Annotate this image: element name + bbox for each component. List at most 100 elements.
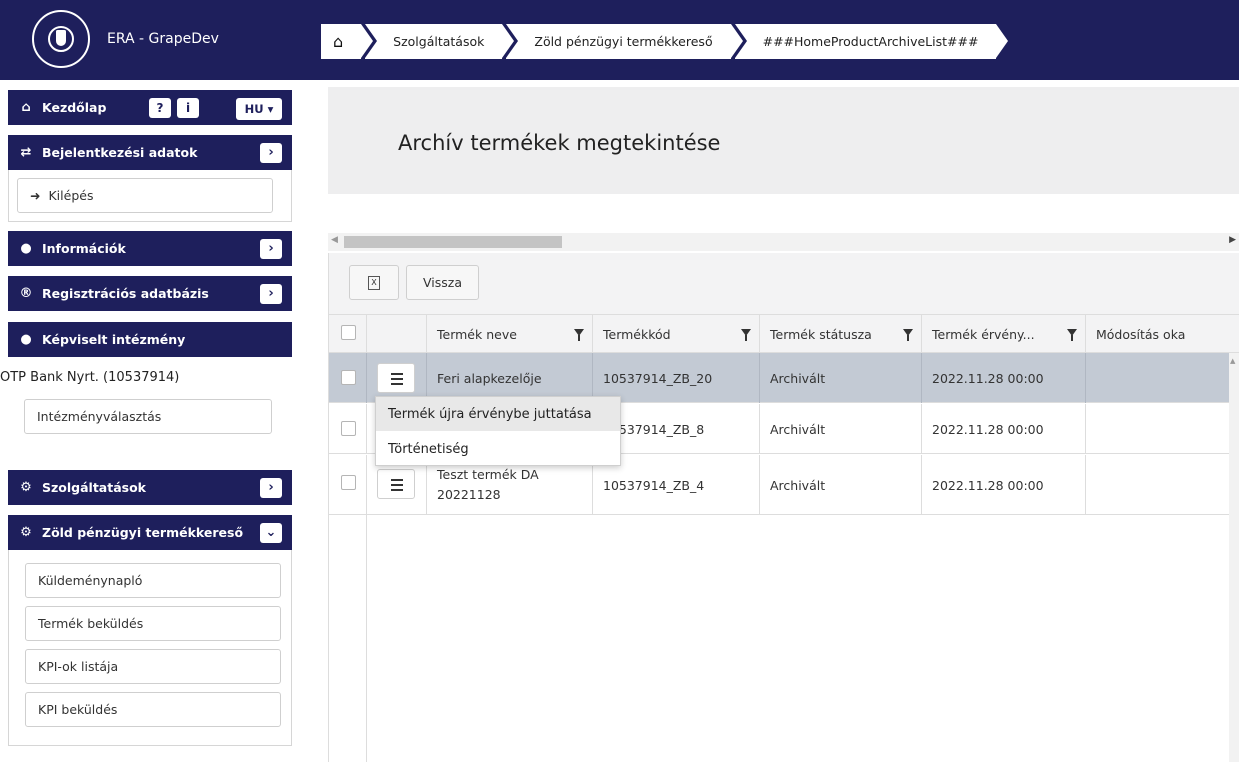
- column-header-label: Termék érvény...: [932, 326, 1035, 342]
- column-header-label: Termékkód: [603, 326, 671, 342]
- row-checkbox[interactable]: [341, 421, 356, 436]
- gear-icon: ⚙: [20, 525, 32, 540]
- sidebar-login-data-label: Bejelentkezési adatok: [42, 145, 198, 160]
- breadcrumb: ⌂ Szolgáltatások Zöld pénzügyi termékker…: [321, 24, 1009, 59]
- sidebar-item-kpi-submit[interactable]: KPI beküldés: [25, 692, 281, 727]
- archive-grid: X Vissza Termék neve Termékkód Termék st…: [328, 253, 1239, 762]
- filter-icon[interactable]: [741, 329, 751, 341]
- logout-icon: ➜: [30, 188, 41, 203]
- logout-label: Kilépés: [48, 188, 94, 203]
- grid-toolbar: X Vissza: [329, 253, 1239, 315]
- sidebar-home[interactable]: ⌂ Kezdőlap ? i HU ▾: [8, 90, 292, 125]
- sidebar-registry[interactable]: ® Regisztrációs adatbázis ›: [8, 276, 292, 311]
- sidebar-item-product-submit[interactable]: Termék beküldés: [25, 606, 281, 641]
- cell-product-status: Archivált: [759, 353, 921, 403]
- excel-icon: X: [368, 275, 380, 290]
- filter-icon[interactable]: [903, 329, 913, 341]
- column-header-label: Módosítás oka: [1096, 326, 1186, 342]
- sidebar-info[interactable]: ● Információk ›: [8, 231, 292, 266]
- cell-product-status: Archivált: [759, 455, 921, 515]
- cell-product-validity: 2022.11.28 00:00: [921, 404, 1085, 454]
- breadcrumb-item-current[interactable]: ###HomeProductArchiveList###: [734, 24, 1009, 59]
- cell-product-validity: 2022.11.28 00:00: [921, 455, 1085, 515]
- column-header-modification-reason[interactable]: Módosítás oka: [1085, 315, 1230, 353]
- chevron-down-icon[interactable]: ⌄: [260, 523, 282, 543]
- cell-modification-reason: [1085, 353, 1230, 403]
- sidebar-item-label: KPI-ok listája: [38, 659, 119, 674]
- chevron-right-icon[interactable]: ›: [260, 143, 282, 163]
- info-icon[interactable]: i: [177, 98, 199, 118]
- column-header-label: Termék státusza: [770, 326, 872, 342]
- sidebar-green-finder[interactable]: ⚙ Zöld pénzügyi termékkereső ⌄: [8, 515, 292, 550]
- row-context-menu: Termék újra érvénybe juttatása Történeti…: [375, 396, 621, 466]
- back-button[interactable]: Vissza: [406, 265, 479, 300]
- institution-select-button[interactable]: Intézményválasztás: [24, 399, 272, 434]
- sidebar-registry-label: Regisztrációs adatbázis: [42, 286, 209, 301]
- login-data-panel: ➜ Kilépés: [8, 170, 292, 222]
- cell-product-status: Archivált: [759, 404, 921, 454]
- column-header-product-name[interactable]: Termék neve: [426, 315, 592, 353]
- top-bar: ERA - GrapeDev ⌂ Szolgáltatások Zöld pén…: [0, 0, 1239, 80]
- chevron-right-icon[interactable]: ›: [260, 478, 282, 498]
- scrollbar-thumb[interactable]: [344, 236, 562, 248]
- language-select[interactable]: HU ▾: [236, 98, 282, 120]
- column-header-product-code[interactable]: Termékkód: [592, 315, 759, 353]
- sidebar-green-finder-label: Zöld pénzügyi termékkereső: [42, 525, 244, 540]
- excel-export-button[interactable]: X: [349, 265, 399, 300]
- app-title: ERA - GrapeDev: [107, 31, 219, 47]
- sidebar-item-label: Termék beküldés: [38, 616, 144, 631]
- page-title: Archív termékek megtekintése: [398, 131, 721, 155]
- column-header-product-validity[interactable]: Termék érvény...: [921, 315, 1085, 353]
- logout-button[interactable]: ➜ Kilépés: [17, 178, 273, 213]
- sidebar-item-label: KPI beküldés: [38, 702, 118, 717]
- menu-item-reactivate-product[interactable]: Termék újra érvénybe juttatása: [376, 397, 620, 431]
- select-all-checkbox[interactable]: [341, 325, 356, 340]
- sidebar-login-data[interactable]: ⇄ Bejelentkezési adatok ›: [8, 135, 292, 170]
- sidebar-services-label: Szolgáltatások: [42, 480, 146, 495]
- sidebar-item-label: Küldeménynapló: [38, 573, 143, 588]
- column-divider: [366, 515, 367, 762]
- sidebar-home-label: Kezdőlap: [42, 100, 107, 115]
- vertical-scrollbar[interactable]: ▲: [1229, 353, 1239, 762]
- row-checkbox[interactable]: [341, 475, 356, 490]
- scroll-right-icon[interactable]: ▶: [1229, 235, 1236, 245]
- home-icon: ⌂: [333, 32, 344, 51]
- scroll-up-icon[interactable]: ▲: [1230, 357, 1235, 365]
- sidebar-represented-label: Képviselt intézmény: [42, 332, 186, 347]
- cell-modification-reason: [1085, 404, 1230, 454]
- sidebar-info-label: Információk: [42, 241, 126, 256]
- cell-modification-reason: [1085, 455, 1230, 515]
- scroll-left-icon[interactable]: ◀: [331, 235, 338, 245]
- institution-name: OTP Bank Nyrt. (10537914): [0, 370, 180, 385]
- row-menu-button[interactable]: [377, 469, 415, 499]
- globe-icon: ●: [20, 241, 32, 256]
- chevron-right-icon[interactable]: ›: [260, 284, 282, 304]
- chevron-right-icon[interactable]: ›: [260, 239, 282, 259]
- breadcrumb-item-services[interactable]: Szolgáltatások: [365, 24, 515, 59]
- header-actions: [366, 315, 426, 353]
- horizontal-scrollbar[interactable]: ◀ ▶: [328, 233, 1239, 251]
- column-header-label: Termék neve: [437, 326, 517, 342]
- exchange-icon: ⇄: [20, 145, 32, 160]
- column-header-product-status[interactable]: Termék státusza: [759, 315, 921, 353]
- gear-icon: ⚙: [20, 480, 32, 495]
- sidebar-item-consignment-log[interactable]: Küldeménynapló: [25, 563, 281, 598]
- institution-select-label: Intézményválasztás: [37, 409, 162, 424]
- green-finder-panel: Küldeménynapló Termék beküldés KPI-ok li…: [8, 550, 292, 746]
- cell-product-validity: 2022.11.28 00:00: [921, 353, 1085, 403]
- filter-icon[interactable]: [574, 329, 584, 341]
- sidebar-item-kpi-list[interactable]: KPI-ok listája: [25, 649, 281, 684]
- menu-item-history[interactable]: Történetiség: [376, 432, 620, 466]
- row-menu-button[interactable]: [377, 363, 415, 393]
- filter-icon[interactable]: [1067, 329, 1077, 341]
- grid-header: Termék neve Termékkód Termék státusza Te…: [329, 315, 1239, 353]
- sidebar: ⌂ Kezdőlap ? i HU ▾ ⇄ Bejelentkezési ada…: [0, 80, 300, 762]
- help-icon[interactable]: ?: [149, 98, 171, 118]
- breadcrumb-home[interactable]: ⌂: [321, 24, 374, 59]
- row-checkbox[interactable]: [341, 370, 356, 385]
- brand[interactable]: ERA - GrapeDev: [0, 0, 300, 80]
- breadcrumb-item-green-finder[interactable]: Zöld pénzügyi termékkereső: [506, 24, 743, 59]
- sidebar-services[interactable]: ⚙ Szolgáltatások ›: [8, 470, 292, 505]
- mnb-logo-icon: [32, 10, 90, 68]
- page-header: Archív termékek megtekintése: [328, 87, 1239, 194]
